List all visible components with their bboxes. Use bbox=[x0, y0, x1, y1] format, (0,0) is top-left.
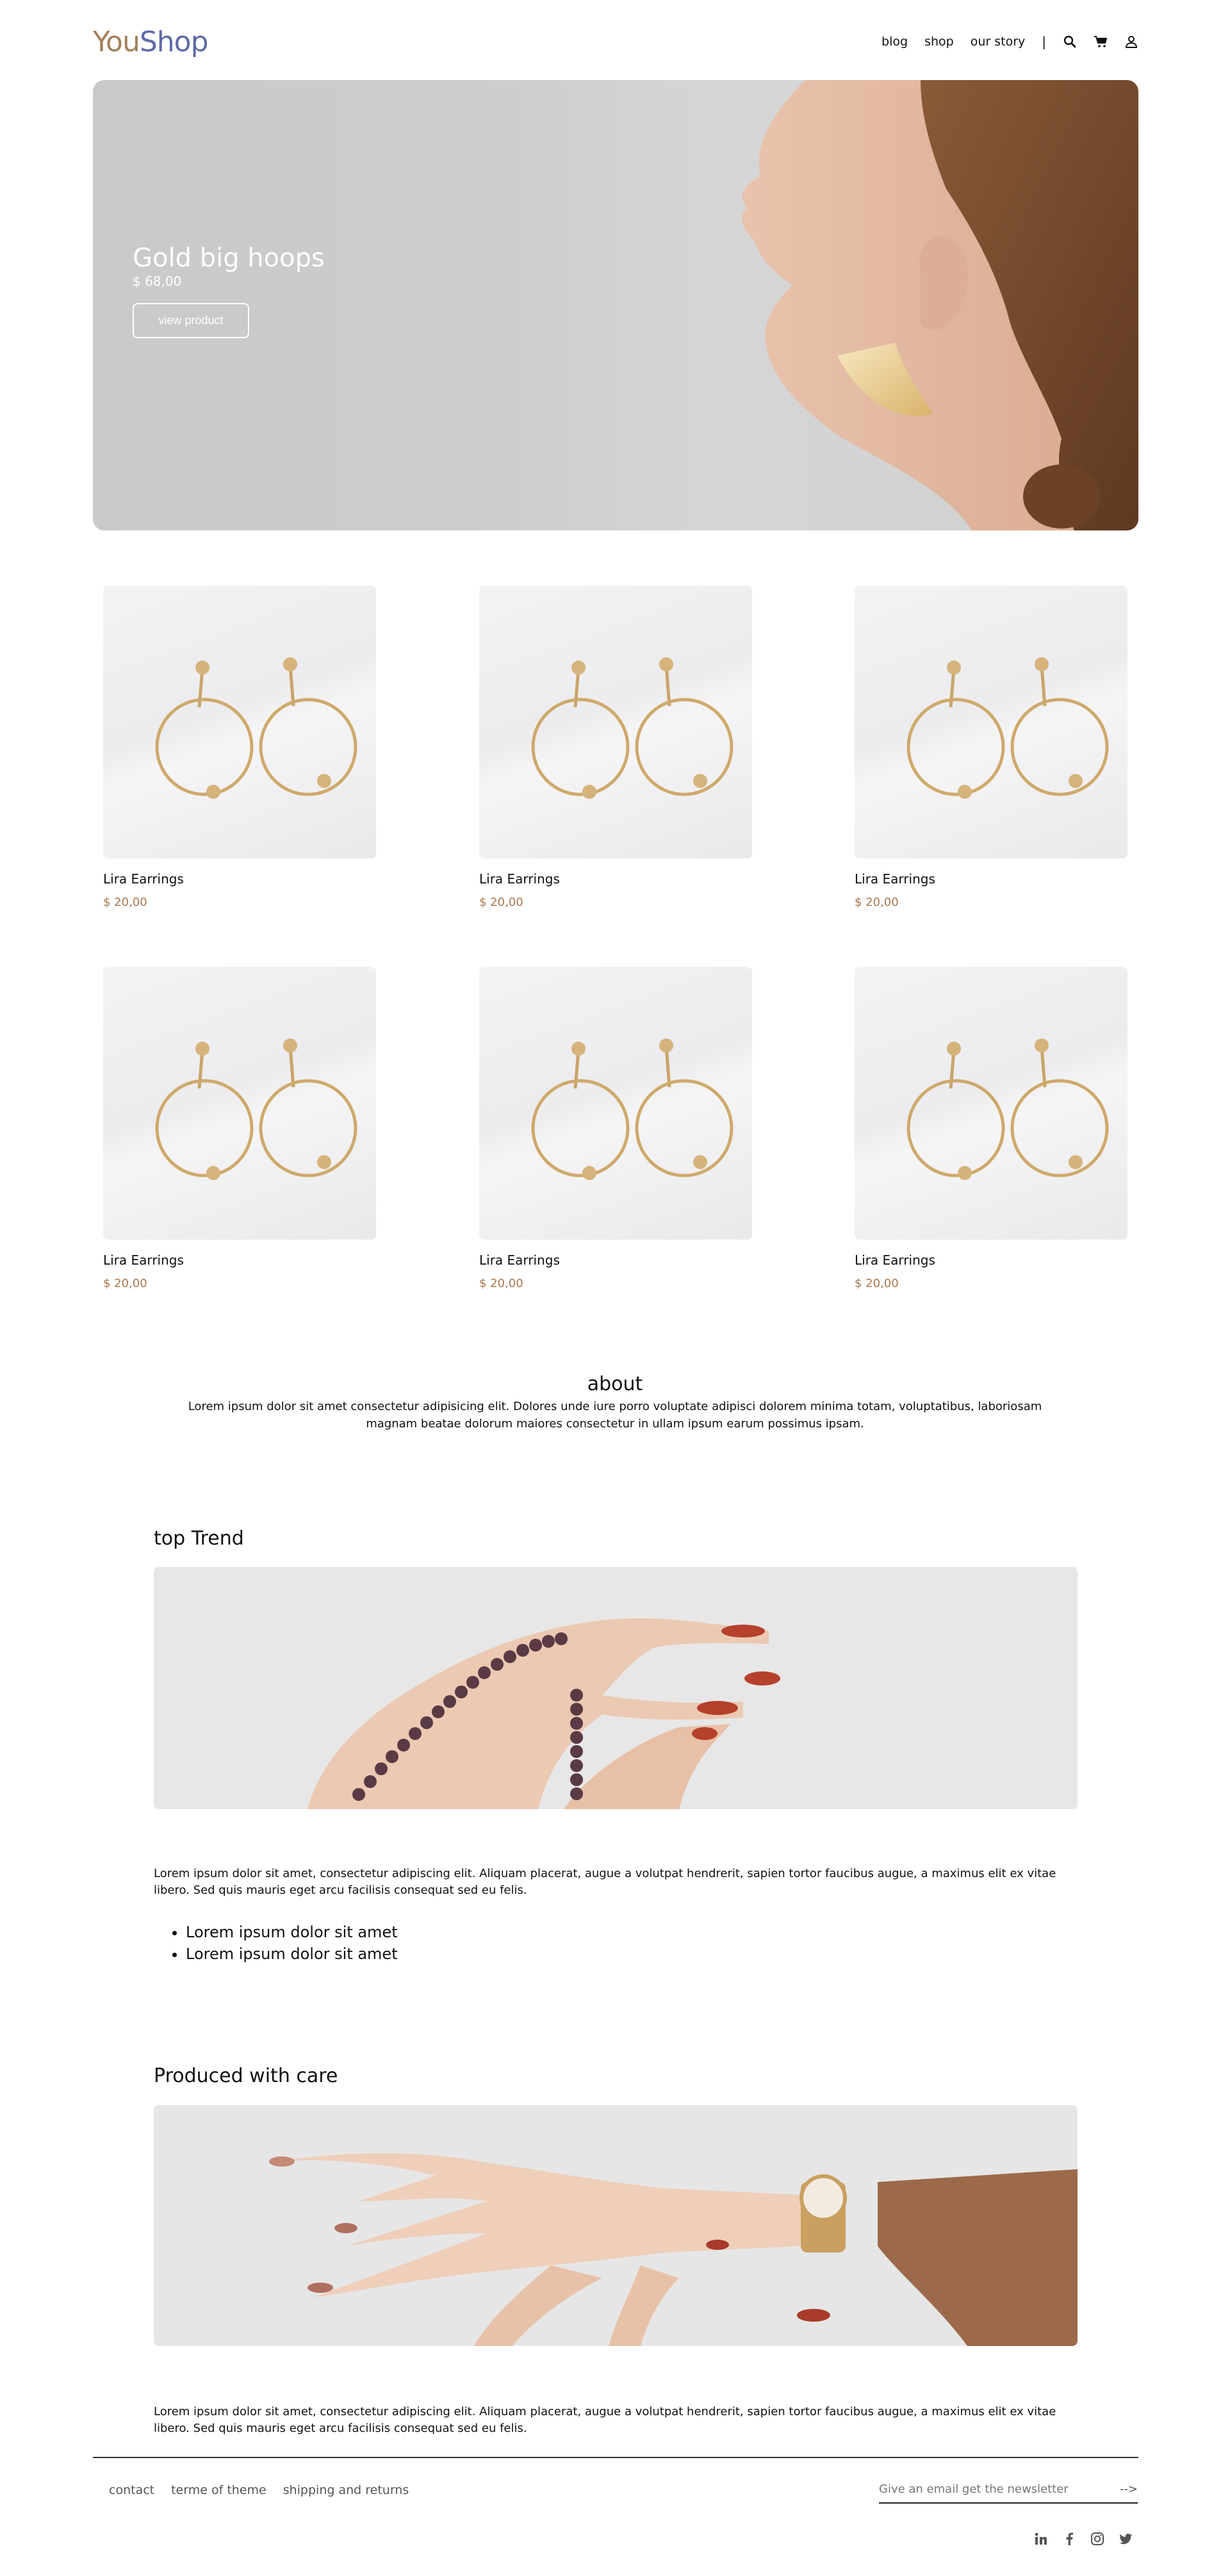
nav-separator: | bbox=[1042, 34, 1046, 49]
product-image[interactable] bbox=[855, 967, 1128, 1240]
user-icon[interactable] bbox=[1124, 35, 1138, 49]
top-trend-text: Lorem ipsum dolor sit amet, consectetur … bbox=[154, 1867, 1056, 1897]
footer-link-contact[interactable]: contact bbox=[109, 2483, 154, 2497]
product-name[interactable]: Lira Earrings bbox=[103, 871, 376, 887]
product-image[interactable] bbox=[103, 586, 376, 858]
product-card[interactable]: Lira Earrings $ 20,00 bbox=[855, 967, 1128, 1290]
nav-our-story[interactable]: our story bbox=[971, 35, 1026, 49]
main-nav: blog shop our story | bbox=[882, 34, 1138, 49]
earrings-illustration bbox=[906, 657, 1109, 799]
hero-title: Gold big hoops bbox=[133, 243, 325, 273]
footer-link-shipping[interactable]: shipping and returns bbox=[283, 2483, 409, 2497]
footer-divider bbox=[93, 2457, 1138, 2458]
earrings-illustration bbox=[531, 1038, 734, 1180]
site-header: YouShop blog shop our story | bbox=[93, 22, 1138, 61]
hands-pearls-illustration bbox=[154, 1567, 1078, 1809]
newsletter-email-input[interactable] bbox=[879, 2482, 1084, 2496]
list-item: Lorem ipsum dolor sit amet bbox=[186, 1921, 398, 1943]
product-name[interactable]: Lira Earrings bbox=[479, 871, 752, 887]
hero-model-image bbox=[742, 80, 1138, 530]
product-image[interactable] bbox=[479, 967, 752, 1240]
product-image[interactable] bbox=[855, 586, 1128, 858]
hero-price: $ 68,00 bbox=[133, 274, 182, 289]
social-links bbox=[1033, 2531, 1134, 2547]
product-name[interactable]: Lira Earrings bbox=[855, 1252, 1128, 1268]
cart-icon[interactable] bbox=[1094, 35, 1108, 49]
earrings-illustration bbox=[906, 1038, 1109, 1180]
list-item: Lorem ipsum dolor sit amet bbox=[186, 1943, 398, 1965]
earrings-illustration bbox=[155, 1038, 357, 1180]
footer-link-terms[interactable]: terme of theme bbox=[171, 2483, 266, 2497]
product-card[interactable]: Lira Earrings $ 20,00 bbox=[479, 586, 752, 909]
earrings-illustration bbox=[155, 657, 357, 799]
product-price: $ 20,00 bbox=[479, 896, 523, 909]
product-card[interactable]: Lira Earrings $ 20,00 bbox=[103, 967, 376, 1290]
product-price: $ 20,00 bbox=[479, 1277, 523, 1290]
product-image[interactable] bbox=[103, 967, 376, 1240]
logo-part-you: You bbox=[93, 25, 140, 58]
footer-links: contact terme of theme shipping and retu… bbox=[109, 2483, 409, 2497]
product-card[interactable]: Lira Earrings $ 20,00 bbox=[855, 586, 1128, 909]
product-price: $ 20,00 bbox=[855, 896, 899, 909]
earrings-illustration bbox=[531, 657, 734, 799]
nav-shop[interactable]: shop bbox=[924, 35, 954, 49]
product-image[interactable] bbox=[479, 586, 752, 858]
hand-watch-illustration bbox=[154, 2105, 1078, 2346]
product-card[interactable]: Lira Earrings $ 20,00 bbox=[479, 967, 752, 1290]
product-name[interactable]: Lira Earrings bbox=[103, 1252, 376, 1268]
product-name[interactable]: Lira Earrings bbox=[479, 1252, 752, 1268]
view-product-button[interactable]: view product bbox=[133, 303, 249, 338]
top-trend-title: top Trend bbox=[154, 1527, 244, 1550]
facebook-icon[interactable] bbox=[1061, 2531, 1078, 2547]
logo-part-shop: Shop bbox=[139, 25, 209, 58]
product-price: $ 20,00 bbox=[103, 896, 147, 909]
logo[interactable]: YouShop bbox=[93, 25, 209, 58]
produced-title: Produced with care bbox=[154, 2065, 338, 2087]
newsletter-submit-arrow[interactable]: --> bbox=[1120, 2482, 1138, 2496]
product-price: $ 20,00 bbox=[855, 1277, 899, 1290]
hero-banner: Gold big hoops $ 68,00 view product bbox=[93, 80, 1138, 530]
about-title: about bbox=[587, 1373, 643, 1395]
produced-image bbox=[154, 2105, 1078, 2346]
top-trend-list: Lorem ipsum dolor sit amet Lorem ipsum d… bbox=[186, 1921, 398, 1965]
nav-blog[interactable]: blog bbox=[882, 35, 908, 49]
produced-text: Lorem ipsum dolor sit amet, consectetur … bbox=[154, 2405, 1056, 2435]
product-price: $ 20,00 bbox=[103, 1277, 147, 1290]
top-trend-image bbox=[154, 1567, 1078, 1809]
product-name[interactable]: Lira Earrings bbox=[855, 871, 1128, 887]
twitter-icon[interactable] bbox=[1117, 2531, 1134, 2547]
product-card[interactable]: Lira Earrings $ 20,00 bbox=[103, 586, 376, 909]
about-text: Lorem ipsum dolor sit amet consectetur a… bbox=[188, 1400, 1042, 1431]
instagram-icon[interactable] bbox=[1089, 2531, 1106, 2547]
search-icon[interactable] bbox=[1063, 35, 1077, 49]
newsletter-form: --> bbox=[879, 2475, 1138, 2504]
linkedin-icon[interactable] bbox=[1033, 2531, 1049, 2547]
